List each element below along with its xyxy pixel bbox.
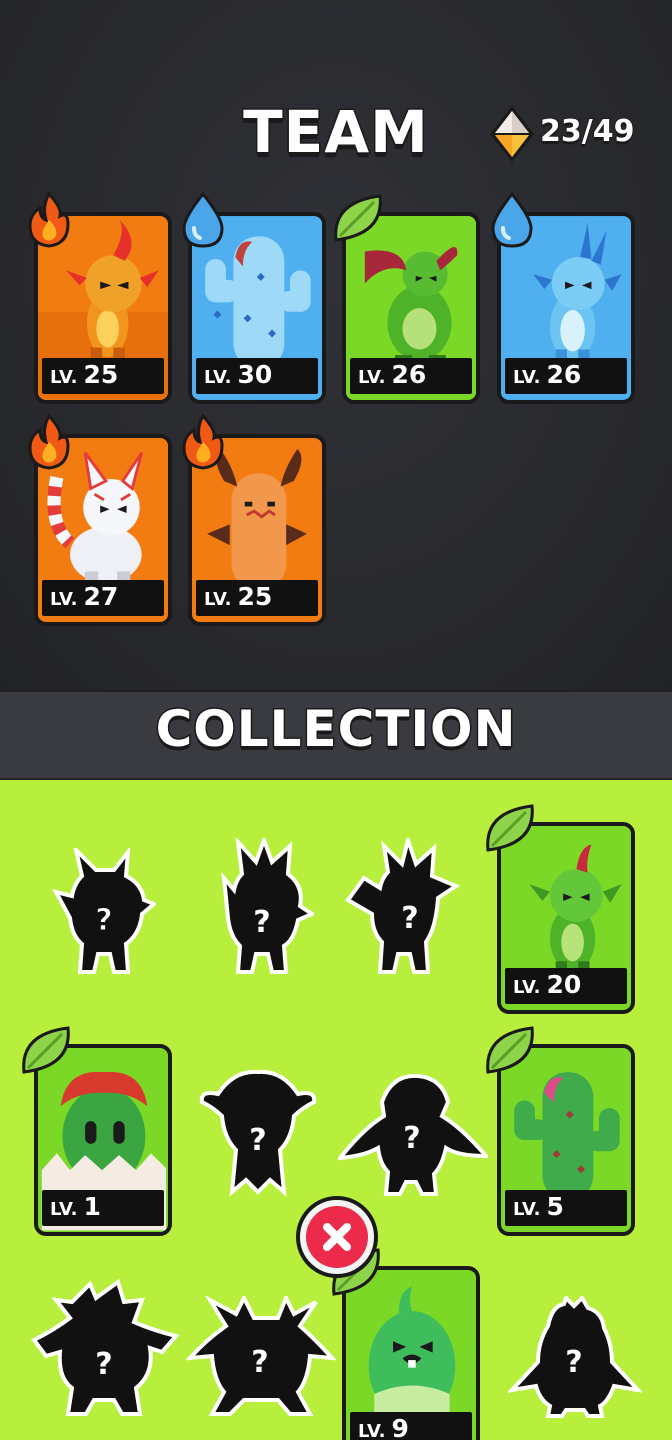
close-icon [306,1206,368,1268]
leaf-icon [486,804,534,852]
leaf-icon [334,194,382,242]
remove-from-team-button[interactable] [296,1196,378,1278]
fire-icon [28,413,70,470]
unknown-creature-silhouette[interactable]: ? [508,1296,642,1420]
unknown-creature-silhouette[interactable]: ? [338,1072,488,1198]
svg-text:?: ? [251,1345,268,1380]
leaf-icon [22,1026,70,1074]
unknown-creature-silhouette[interactable]: ? [344,838,464,978]
level-label: LV. 26 [350,358,472,394]
fire-icon [182,413,224,470]
svg-text:?: ? [95,1347,112,1382]
level-label: LV. 1 [42,1190,164,1226]
level-label: LV. 27 [42,580,164,616]
svg-text:?: ? [253,905,270,940]
fire-icon [28,191,70,248]
leaf-icon [486,1026,534,1074]
level-label: LV. 30 [196,358,318,394]
water-drop-icon [491,191,533,248]
svg-text:?: ? [565,1345,582,1380]
diamond-gem-icon [490,106,534,162]
team-title: TEAM [242,97,430,168]
svg-text:?: ? [249,1123,266,1158]
level-label: LV. 26 [505,358,627,394]
unknown-creature-silhouette[interactable]: ? [210,838,314,978]
unknown-creature-silhouette[interactable]: ? [198,1064,318,1200]
unknown-creature-silhouette[interactable]: ? [186,1296,336,1420]
unknown-creature-silhouette[interactable]: ? [30,1278,180,1418]
gem-counter: 23/49 [539,113,635,150]
level-label: LV. 5 [505,1190,627,1226]
unknown-creature-silhouette[interactable]: ? [52,848,156,978]
level-label: LV. 25 [42,358,164,394]
level-label: LV. 20 [505,968,627,1004]
svg-text:?: ? [401,901,418,936]
water-drop-icon [182,191,224,248]
level-label: LV. 25 [196,580,318,616]
svg-text:?: ? [95,903,112,938]
svg-text:?: ? [403,1121,420,1156]
collection-title: COLLECTION [154,699,517,760]
level-label: LV. 9 [350,1412,472,1440]
